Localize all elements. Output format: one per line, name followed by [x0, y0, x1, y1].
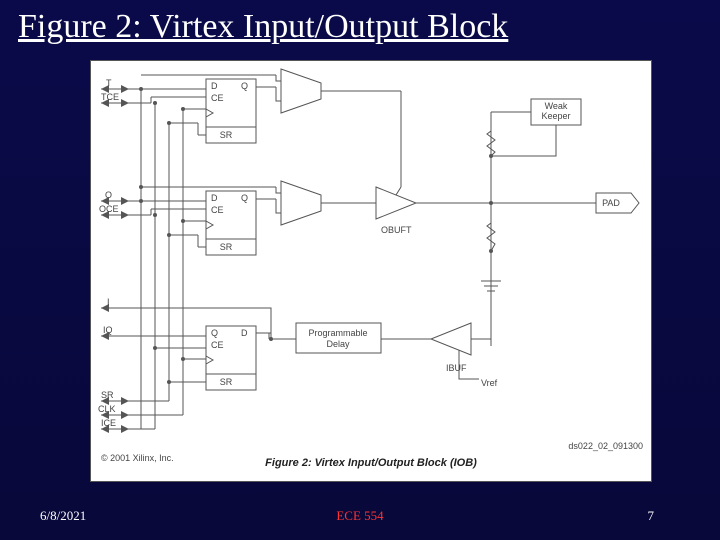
ff-o: D Q CE SR: [206, 191, 256, 255]
footer-page: 7: [648, 508, 655, 524]
svg-text:D: D: [211, 81, 218, 91]
svg-text:SR: SR: [101, 390, 114, 400]
svg-text:CLK: CLK: [98, 404, 116, 414]
svg-text:CE: CE: [211, 205, 224, 215]
mux-t: [281, 69, 321, 113]
svg-text:T: T: [106, 78, 112, 88]
svg-text:I: I: [107, 297, 110, 307]
svg-text:ICE: ICE: [101, 418, 116, 428]
pin-ice: ICE: [101, 418, 129, 433]
ff-iq: Q D CE SR: [206, 326, 256, 390]
ff-t: D Q CE SR: [206, 79, 256, 143]
ibuf-buffer: IBUF: [431, 251, 491, 373]
footer-course: ECE 554: [336, 508, 383, 524]
programmable-delay: Programmable Delay: [296, 323, 381, 353]
slide: Figure 2: Virtex Input/Output Block .w{s…: [0, 0, 720, 540]
svg-text:TCE: TCE: [101, 92, 119, 102]
pin-oce: OCE: [99, 204, 129, 219]
vref-label: Vref: [481, 378, 498, 388]
obuft-buffer: OBUFT: [376, 187, 416, 235]
copyright-label: © 2001 Xilinx, Inc.: [101, 453, 174, 463]
figure-caption: Figure 2: Virtex Input/Output Block (IOB…: [265, 457, 477, 469]
svg-text:D: D: [211, 193, 218, 203]
pin-tce: TCE: [101, 92, 129, 107]
svg-text:IQ: IQ: [103, 325, 113, 335]
pin-t: T: [101, 78, 129, 93]
svg-text:Keeper: Keeper: [541, 111, 570, 121]
svg-text:CE: CE: [211, 93, 224, 103]
weak-keeper: Weak Keeper: [491, 99, 581, 156]
diagram-figure: .w{stroke:#555;stroke-width:1;fill:none}…: [90, 60, 652, 482]
mux-o: [281, 181, 321, 225]
svg-text:D: D: [241, 328, 248, 338]
svg-text:SR: SR: [220, 130, 233, 140]
footer: 6/8/2021 ECE 554 7: [0, 508, 720, 532]
svg-text:Q: Q: [211, 328, 218, 338]
svg-text:Programmable: Programmable: [308, 328, 367, 338]
page-title: Figure 2: Virtex Input/Output Block: [18, 8, 508, 46]
pin-o: O: [101, 190, 129, 205]
pin-iq: IQ: [101, 325, 129, 340]
footer-date: 6/8/2021: [40, 508, 86, 524]
svg-text:O: O: [105, 190, 112, 200]
svg-text:SR: SR: [220, 377, 233, 387]
svg-text:PAD: PAD: [602, 198, 620, 208]
svg-text:Q: Q: [241, 81, 248, 91]
svg-text:OCE: OCE: [99, 204, 119, 214]
pin-i: I: [101, 297, 129, 312]
svg-text:SR: SR: [220, 242, 233, 252]
svg-text:Q: Q: [241, 193, 248, 203]
svg-text:IBUF: IBUF: [446, 363, 467, 373]
pin-clk: CLK: [98, 404, 129, 419]
svg-text:CE: CE: [211, 340, 224, 350]
svg-text:Delay: Delay: [326, 339, 350, 349]
pad: PAD: [491, 193, 639, 213]
iob-schematic: .w{stroke:#555;stroke-width:1;fill:none}…: [91, 61, 651, 481]
svg-text:OBUFT: OBUFT: [381, 225, 412, 235]
docref-label: ds022_02_091300: [568, 441, 643, 451]
svg-text:Weak: Weak: [545, 101, 568, 111]
pin-sr: SR: [101, 390, 129, 405]
